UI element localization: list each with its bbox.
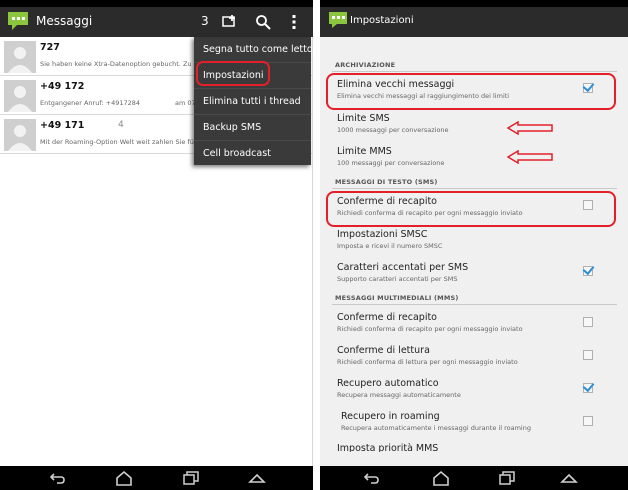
- highlight-outline: [196, 61, 270, 86]
- section-header-mms: MESSAGGI MULTIMEDIALI (MMS): [335, 294, 459, 302]
- app-title: Messaggi: [36, 14, 93, 28]
- section-header-storage: ARCHIVIAZIONE: [335, 61, 396, 69]
- pref-smsc-settings-subtitle: Imposta e ricevi il numero SMSC: [337, 242, 443, 250]
- section-divider: [332, 304, 617, 305]
- back-icon[interactable]: [362, 470, 380, 486]
- highlight-outline: [326, 73, 616, 110]
- recent-apps-icon[interactable]: [498, 470, 516, 486]
- pref-sms-limit-subtitle: 1000 messaggi per conversazione: [337, 126, 449, 134]
- avatar-icon: [4, 41, 36, 73]
- conversation-name: 727: [40, 42, 60, 53]
- home-icon[interactable]: [432, 470, 450, 486]
- section-divider: [332, 188, 617, 189]
- pref-accented-chars-title[interactable]: Caratteri accentati per SMS: [337, 262, 468, 273]
- red-arrow-icon: [507, 121, 553, 135]
- menu-item-delete-all-threads[interactable]: Elimina tutti i thread: [194, 89, 311, 115]
- pref-sms-limit-title[interactable]: Limite SMS: [337, 113, 390, 124]
- menu-item-cell-broadcast[interactable]: Cell broadcast: [194, 141, 311, 167]
- pref-auto-retrieve-subtitle: Recupera messaggi automaticamente: [337, 391, 461, 399]
- pref-mms-limit-subtitle: 100 messaggi per conversazione: [337, 159, 445, 167]
- pref-smsc-settings-title[interactable]: Impostazioni SMSC: [337, 229, 427, 240]
- overflow-menu-icon[interactable]: [289, 13, 299, 31]
- overflow-menu: Segna tutto come letto Impostazioni Elim…: [194, 37, 313, 167]
- pref-roaming-retrieve-subtitle: Recupera automaticamente i messaggi dura…: [341, 424, 531, 432]
- recent-apps-icon[interactable]: [182, 470, 200, 486]
- checkbox-accented-chars[interactable]: [583, 266, 593, 276]
- pref-roaming-retrieve-title[interactable]: Recupero in roaming: [341, 411, 440, 422]
- conversation-snippet: Sie haben keine Xtra-Datenoption gebucht…: [40, 60, 192, 68]
- pref-mms-limit-title[interactable]: Limite MMS: [337, 146, 392, 157]
- unread-count: 3: [201, 14, 209, 28]
- navigation-bar: [320, 466, 628, 490]
- menu-item-mark-all-read[interactable]: Segna tutto come letto: [194, 37, 313, 63]
- highlight-outline: [326, 191, 616, 227]
- pref-read-report-title[interactable]: Conferme di lettura: [337, 345, 430, 356]
- conversation-snippet: Mit der Roaming-Option Welt weit zahlen …: [40, 138, 194, 146]
- pref-mms-delivery-report-subtitle: Richiedi conferma di recapito per ogni m…: [337, 325, 523, 333]
- menu-up-icon[interactable]: [248, 470, 266, 486]
- menu-item-backup-sms[interactable]: Backup SMS: [194, 115, 311, 141]
- back-icon[interactable]: [48, 470, 66, 486]
- search-icon[interactable]: [255, 14, 271, 30]
- messaging-screen: Messaggi 3 727 Sie haben keine Xtra-Date…: [0, 0, 313, 490]
- pref-read-report-subtitle: Richiedi conferma di lettura per ogni me…: [337, 358, 518, 366]
- avatar-icon: [4, 80, 36, 112]
- conversation-snippet: Entgangener Anruf: +4917284: [40, 99, 141, 107]
- settings-title: Impostazioni: [350, 15, 414, 26]
- conversation-name: +49 171: [40, 120, 85, 131]
- avatar-icon: [4, 119, 36, 151]
- settings-screen: Impostazioni ARCHIVIAZIONE Elimina vecch…: [320, 0, 628, 490]
- red-arrow-icon: [507, 150, 553, 164]
- checkbox-roaming-retrieve[interactable]: [583, 416, 593, 426]
- settings-app-icon[interactable]: [327, 10, 349, 30]
- home-icon[interactable]: [115, 470, 133, 486]
- section-header-sms: MESSAGGI DI TESTO (SMS): [335, 178, 438, 186]
- conversation-name: +49 172: [40, 81, 85, 92]
- checkbox-auto-retrieve[interactable]: [583, 383, 593, 393]
- checkbox-read-report[interactable]: [583, 350, 593, 360]
- checkbox-mms-delivery-report[interactable]: [583, 317, 593, 327]
- navigation-bar: [0, 466, 313, 490]
- section-divider: [332, 71, 617, 72]
- pref-auto-retrieve-title[interactable]: Recupero automatico: [337, 378, 439, 389]
- messaging-app-icon[interactable]: [6, 10, 30, 32]
- status-bar: [320, 0, 628, 7]
- status-bar: [0, 0, 313, 7]
- conversation-count: 4: [118, 120, 124, 130]
- pref-mms-priority-title[interactable]: Imposta priorità MMS: [337, 443, 438, 452]
- menu-up-icon[interactable]: [560, 470, 578, 486]
- compose-icon[interactable]: [222, 14, 238, 30]
- pref-mms-delivery-report-title[interactable]: Conferme di recapito: [337, 312, 437, 323]
- pref-accented-chars-subtitle: Supporto caratteri accentati per SMS: [337, 275, 458, 283]
